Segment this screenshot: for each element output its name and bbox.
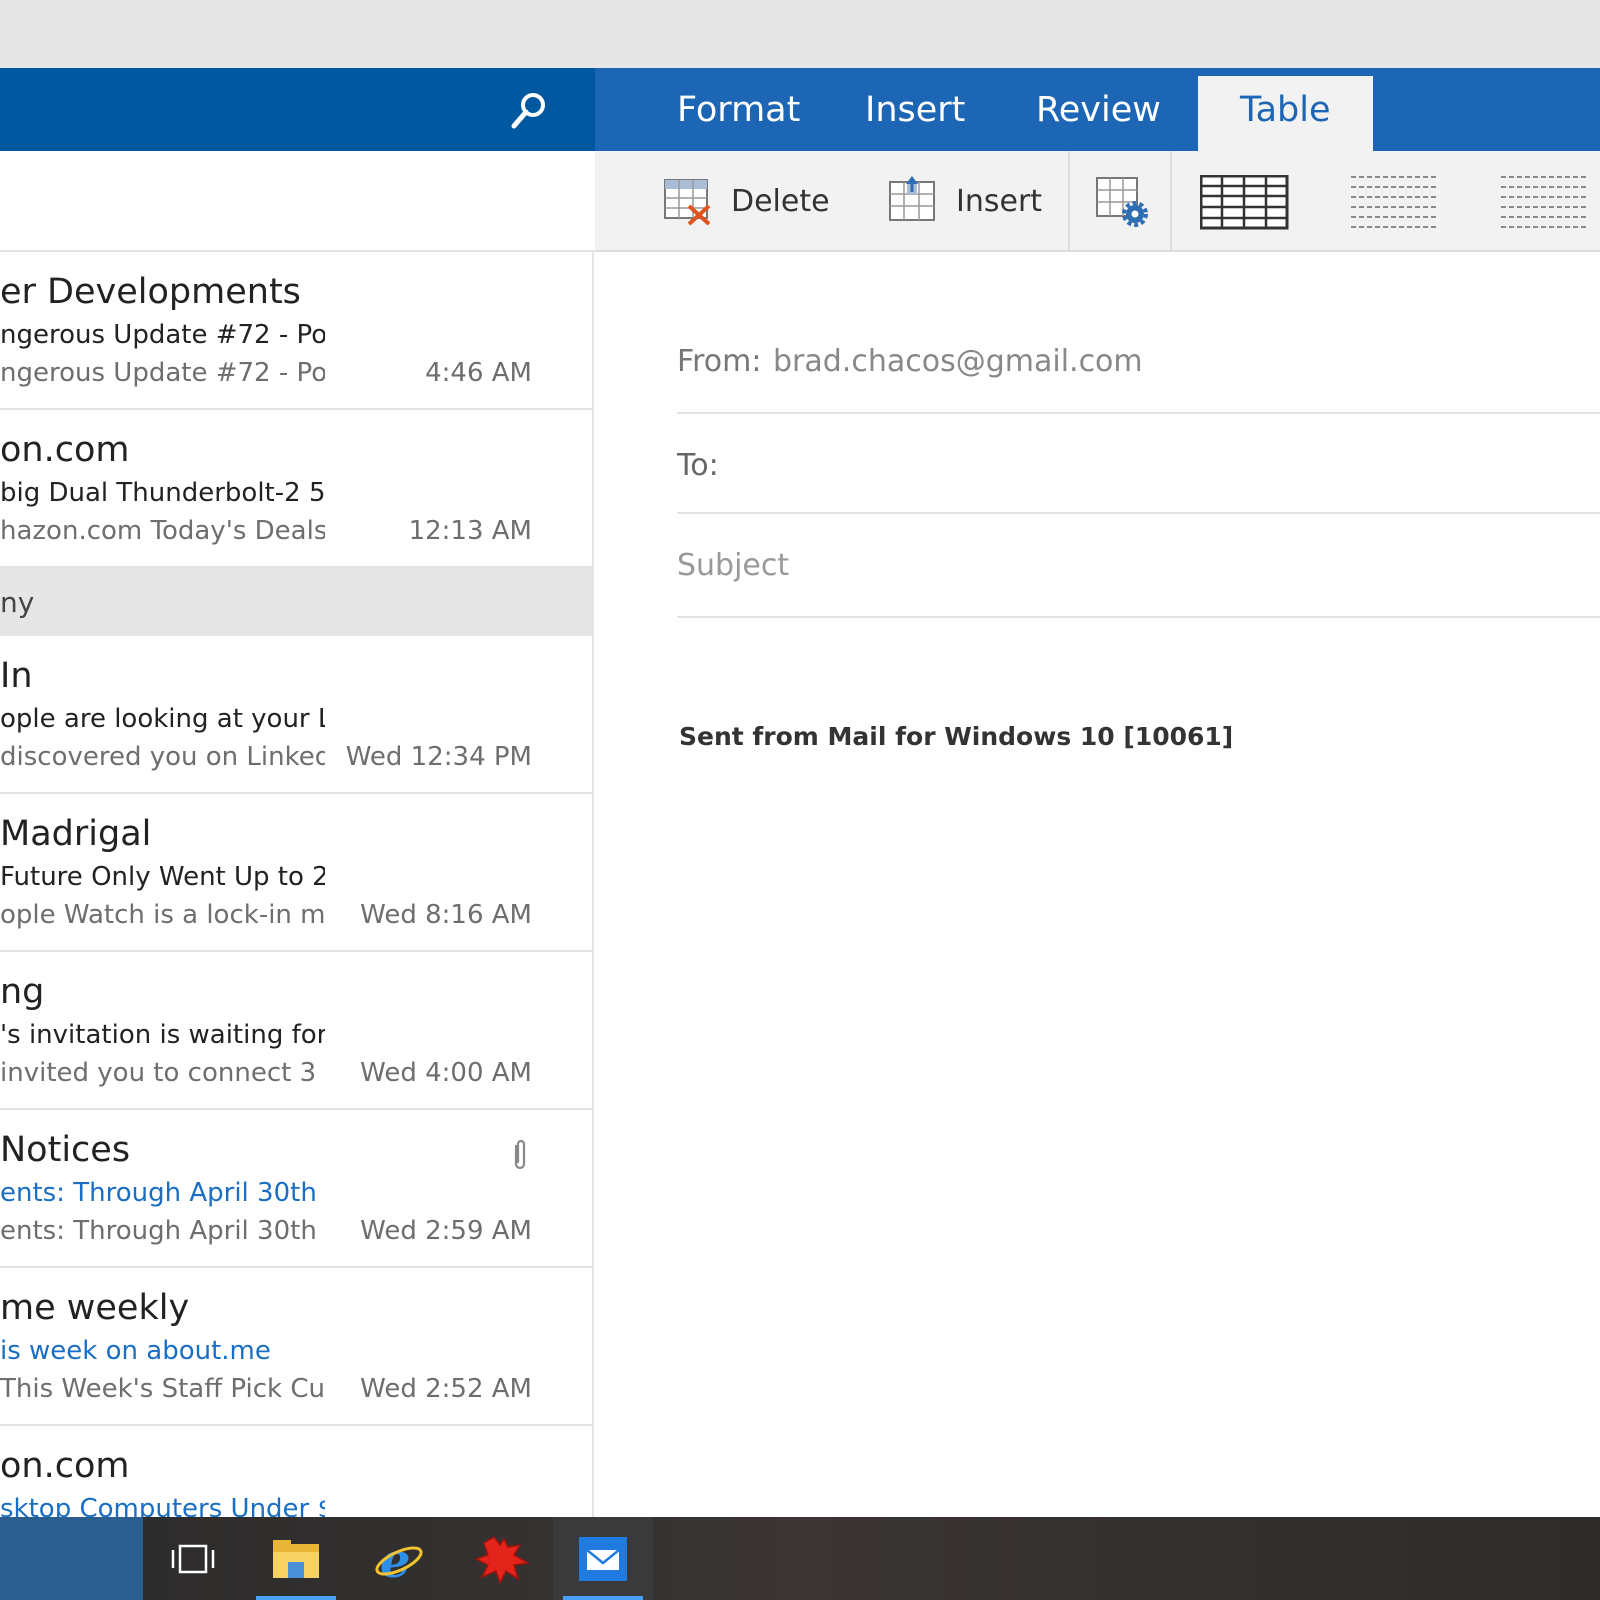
subject-placeholder: Subject <box>677 548 790 583</box>
mail-item[interactable]: In ople are looking at your Lir discover… <box>0 636 592 794</box>
mail-subject: ngerous Update #72 - Powerplay <box>0 320 325 350</box>
table-style-plain-icon[interactable] <box>1500 175 1590 231</box>
mail-time: 12:13 AM <box>408 516 532 546</box>
mail-preview: hazon.com Today's Deals See All <box>0 516 325 546</box>
insert-table-icon <box>889 176 935 221</box>
signature-text[interactable]: Sent from Mail for Windows 10 [10061] <box>679 722 1233 751</box>
red-app-button[interactable] <box>452 1517 552 1600</box>
search-icon <box>511 93 545 129</box>
mail-time: Wed 2:59 AM <box>360 1216 532 1246</box>
mail-sender: Madrigal <box>0 814 152 854</box>
ribbon-commands: Delete Insert <box>595 151 1600 252</box>
mail-subject: 's invitation is waiting for yc <box>0 1020 325 1050</box>
mail-item[interactable]: on.com sktop Computers Under $4 <box>0 1426 592 1517</box>
mail-sender: er Developments <box>0 272 301 312</box>
mail-preview: discovered you on LinkedI <box>0 742 325 772</box>
mail-time: 4:46 AM <box>425 358 532 388</box>
ribbon-separator <box>1068 151 1070 252</box>
mail-item[interactable]: me weekly is week on about.me This Week'… <box>0 1268 592 1426</box>
mail-sender: ng <box>0 972 45 1012</box>
mail-time: Wed 12:34 PM <box>345 742 532 772</box>
to-field[interactable]: To: <box>677 414 1600 514</box>
task-view-icon <box>171 1544 215 1573</box>
task-view-button[interactable] <box>143 1517 243 1600</box>
internet-explorer-button[interactable]: e <box>349 1517 449 1600</box>
from-field[interactable]: From: brad.chacos@gmail.com <box>677 328 1600 414</box>
mail-item[interactable]: on.com big Dual Thunderbolt-2 5-Bay... h… <box>0 410 592 568</box>
mail-time: Wed 4:00 AM <box>360 1058 532 1088</box>
delete-label: Delete <box>731 183 830 219</box>
mail-sender: Notices <box>0 1130 131 1170</box>
subject-field[interactable]: Subject <box>677 514 1600 618</box>
mail-subject: is week on about.me <box>0 1336 271 1366</box>
taskbar: e <box>0 1517 1600 1600</box>
mail-item[interactable]: Notices ents: Through April 30th + ents:… <box>0 1110 592 1268</box>
table-settings-button[interactable] <box>1095 173 1149 229</box>
mail-sender: on.com <box>0 430 130 470</box>
mail-app-button[interactable] <box>553 1517 653 1600</box>
mail-subject: big Dual Thunderbolt-2 5-Bay... <box>0 478 325 508</box>
ribbon-separator <box>1170 151 1172 252</box>
date-group-label: ny <box>0 586 35 619</box>
mail-sender: on.com <box>0 1446 130 1486</box>
mail-item[interactable]: Madrigal Future Only Went Up to 20 ople … <box>0 794 592 952</box>
mail-preview: ngerous Update #72 - Powerplay <box>0 358 325 388</box>
folder-icon <box>273 1539 319 1578</box>
mail-sender: me weekly <box>0 1288 190 1328</box>
mail-subject: sktop Computers Under $4 <box>0 1494 325 1517</box>
mail-subject: ents: Through April 30th + <box>0 1178 325 1208</box>
mail-preview: This Week's Staff Pick Curre <box>0 1374 325 1404</box>
mail-list: er Developments ngerous Update #72 - Pow… <box>0 252 594 1517</box>
ribbon-tabs: Format Insert Review Table <box>595 68 1600 151</box>
insert-label: Insert <box>956 183 1043 219</box>
delete-table-icon <box>664 179 711 226</box>
running-indicator <box>563 1596 643 1600</box>
mail-subject: ople are looking at your Lir <box>0 704 325 734</box>
mail-time: Wed 2:52 AM <box>360 1374 532 1404</box>
tab-table[interactable]: Table <box>1198 76 1373 151</box>
mail-preview: ents: Through April 30th + <box>0 1216 325 1246</box>
mail-time: Wed 8:16 AM <box>360 900 532 930</box>
date-group-header: ny <box>0 568 592 636</box>
mail-item[interactable]: ng 's invitation is waiting for yc invit… <box>0 952 592 1110</box>
table-settings-icon <box>1096 177 1148 227</box>
tab-review[interactable]: Review <box>994 68 1203 151</box>
mail-preview: invited you to connect 3 da <box>0 1058 325 1088</box>
paperclip-icon <box>514 1139 526 1170</box>
mail-list-toolbar <box>0 151 595 252</box>
insert-table-button[interactable]: Insert <box>888 173 1042 229</box>
tab-format[interactable]: Format <box>635 68 842 151</box>
table-style-light-icon[interactable] <box>1350 175 1440 231</box>
tab-insert[interactable]: Insert <box>823 68 1007 151</box>
mail-subject: Future Only Went Up to 20 <box>0 862 325 892</box>
file-explorer-button[interactable] <box>246 1517 346 1600</box>
from-label: From: <box>677 344 762 379</box>
taskbar-search-area[interactable] <box>0 1517 143 1600</box>
red-app-icon <box>474 1535 530 1585</box>
title-bar <box>0 0 1600 68</box>
from-value: brad.chacos@gmail.com <box>773 344 1143 379</box>
mail-sender: In <box>0 656 33 696</box>
internet-explorer-icon: e <box>375 1535 423 1583</box>
table-style-grid-icon[interactable] <box>1200 175 1290 231</box>
mail-preview: ople Watch is a lock-in mech <box>0 900 325 930</box>
mail-list-header <box>0 68 595 151</box>
running-indicator <box>256 1596 336 1600</box>
mail-item[interactable]: er Developments ngerous Update #72 - Pow… <box>0 252 592 410</box>
search-button[interactable] <box>505 86 553 134</box>
compose-pane: From: brad.chacos@gmail.com To: Subject … <box>595 252 1600 1517</box>
delete-table-button[interactable]: Delete <box>663 173 830 229</box>
mail-icon <box>579 1536 627 1581</box>
to-label: To: <box>677 448 719 483</box>
